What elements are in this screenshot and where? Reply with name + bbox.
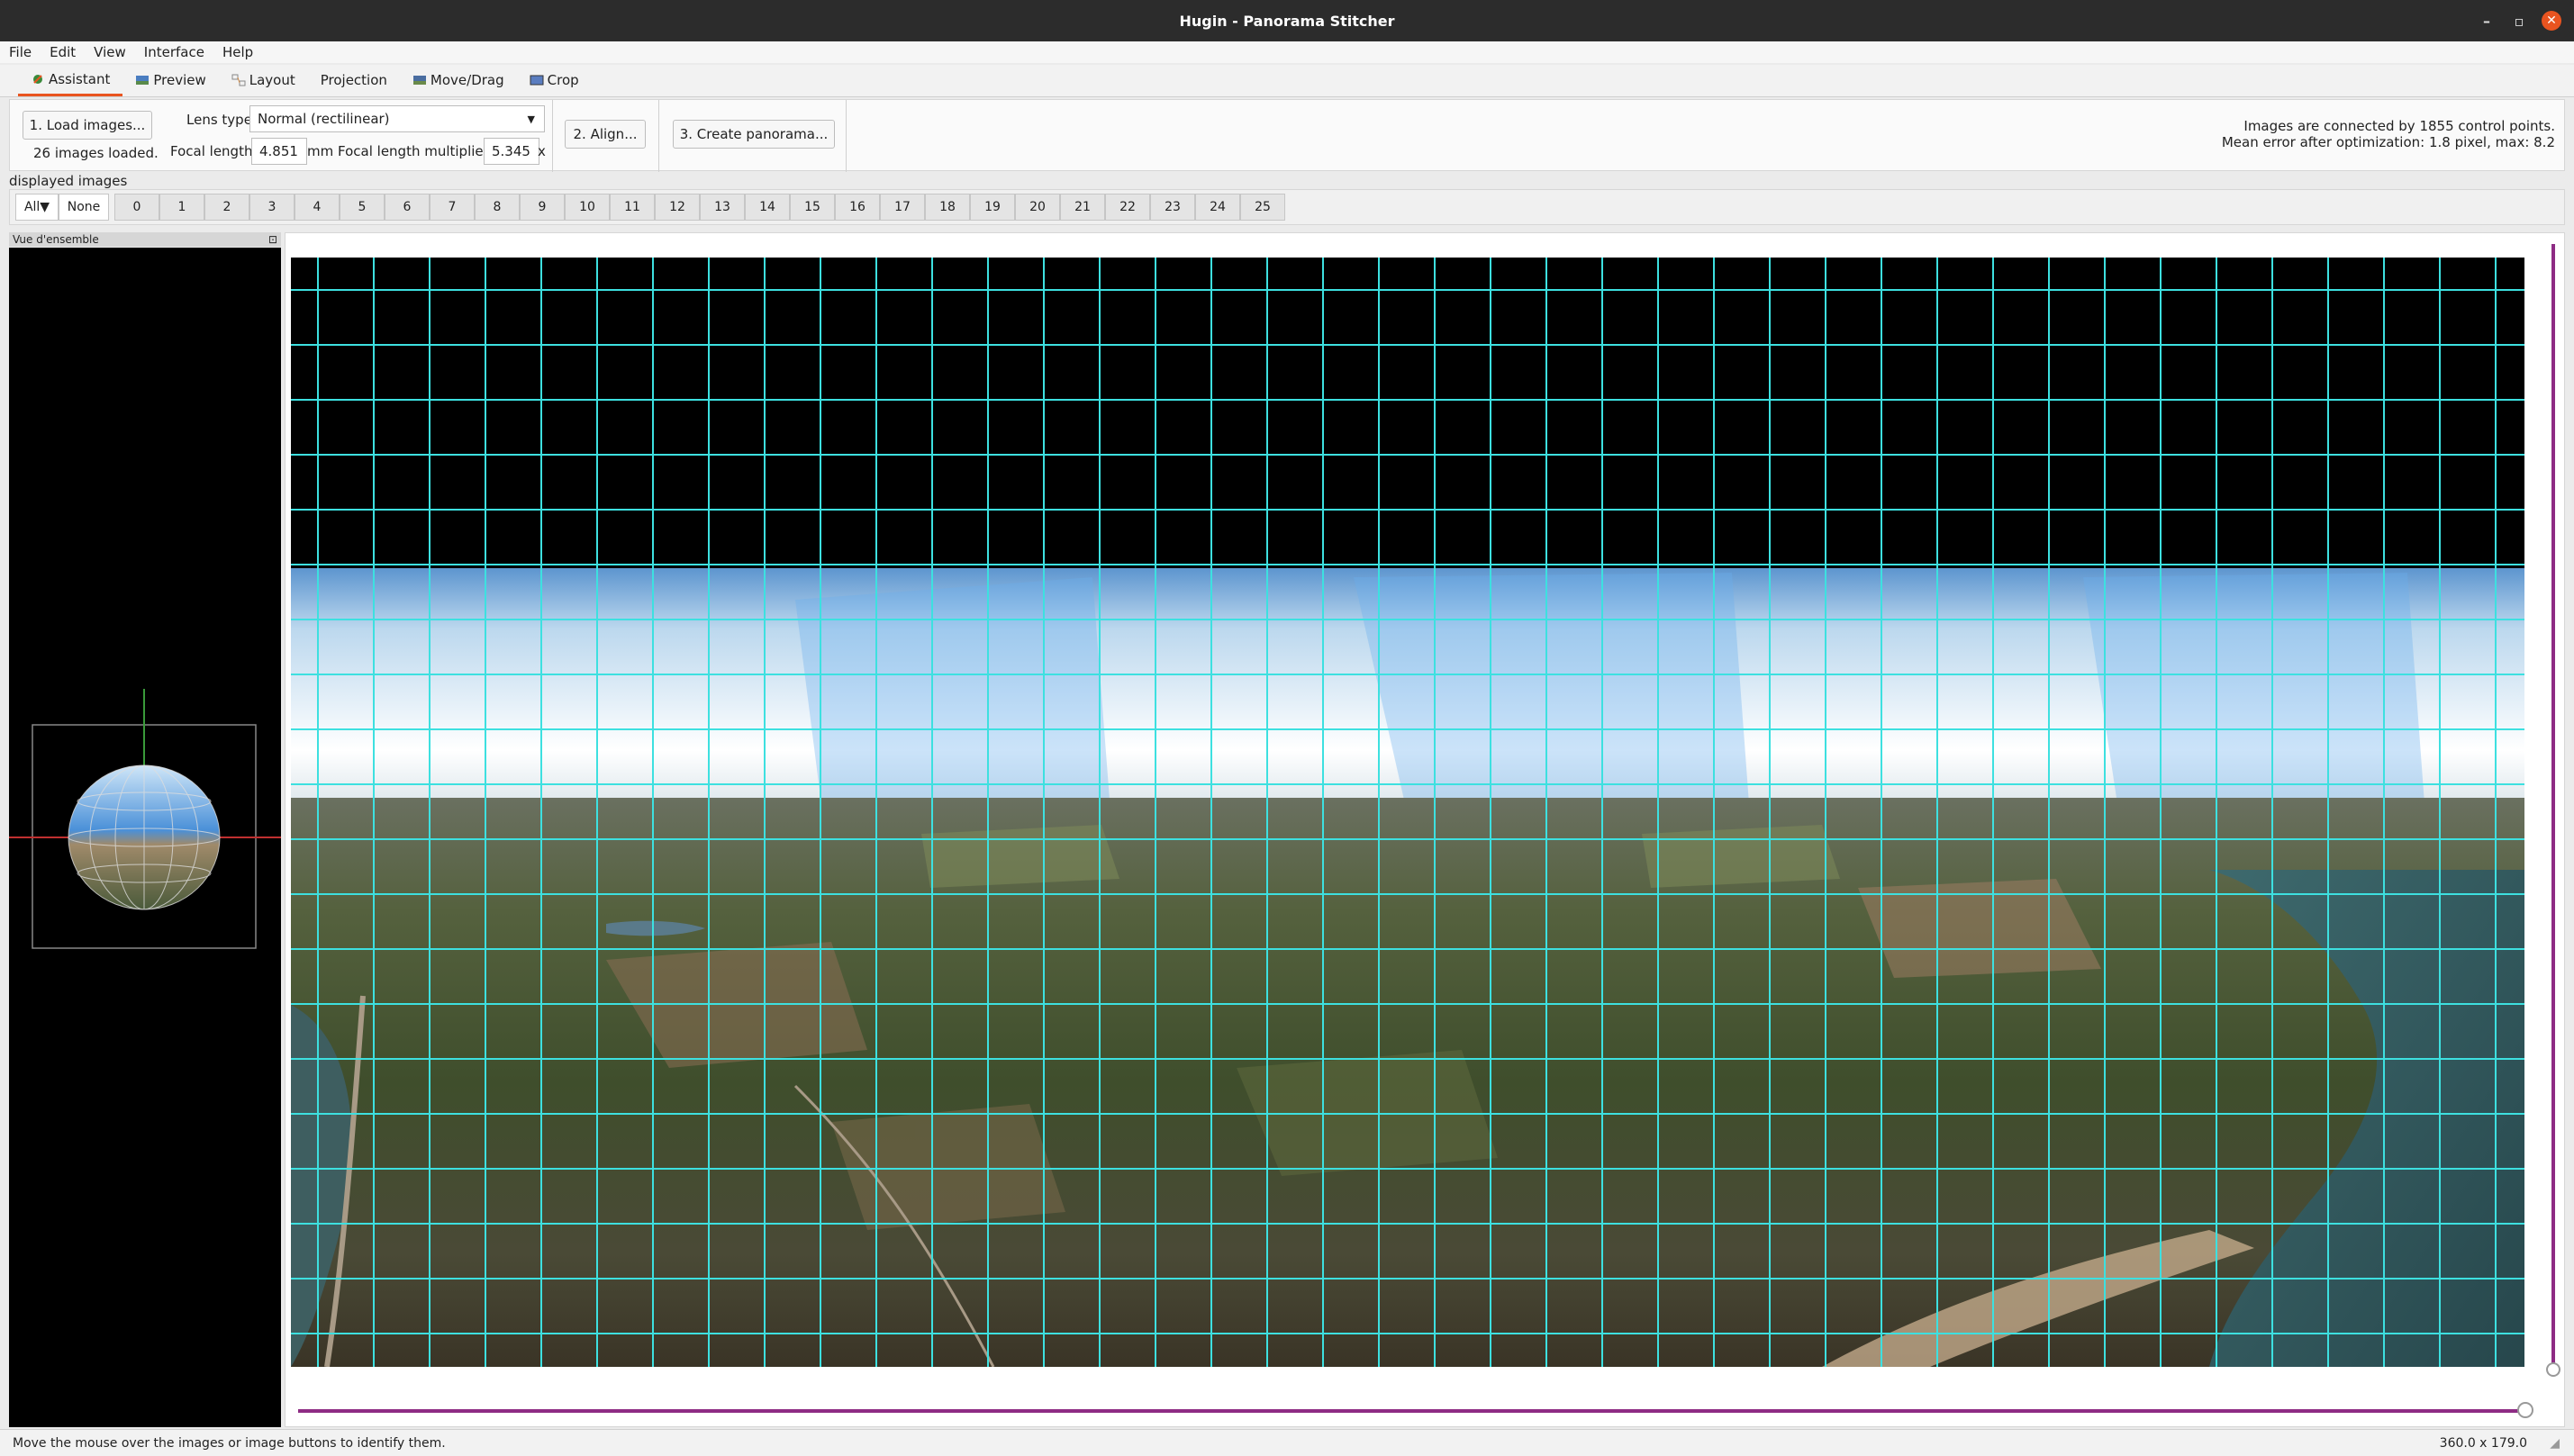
image-button[interactable]: 0 — [114, 194, 159, 221]
tab-move-drag[interactable]: Move/Drag — [400, 64, 517, 96]
image-button[interactable]: 9 — [520, 194, 565, 221]
overview-title: Vue d'ensemble — [13, 233, 99, 246]
assistant-icon — [33, 74, 42, 84]
image-button[interactable]: 13 — [700, 194, 745, 221]
crop-icon — [530, 75, 544, 86]
tab-bar: Assistant Preview Layout Projection Move… — [0, 65, 2574, 97]
image-button[interactable]: 3 — [249, 194, 295, 221]
image-button[interactable]: 18 — [925, 194, 970, 221]
image-number-buttons: 0 1 2 3 4 5 6 7 8 9 10 11 12 13 14 15 16… — [114, 194, 1285, 221]
horizontal-fov-slider[interactable] — [298, 1409, 2523, 1413]
image-button[interactable]: 6 — [385, 194, 430, 221]
image-button[interactable]: 21 — [1060, 194, 1105, 221]
overview-panel[interactable] — [9, 248, 281, 1427]
image-button[interactable]: 14 — [745, 194, 790, 221]
status-bar: Move the mouse over the images or image … — [0, 1429, 2574, 1456]
optimization-status: Mean error after optimization: 1.8 pixel… — [2221, 134, 2555, 150]
menu-interface[interactable]: Interface — [144, 44, 204, 60]
tab-label: Layout — [249, 72, 295, 88]
image-button[interactable]: 4 — [295, 194, 340, 221]
divider — [552, 100, 553, 172]
maximize-icon[interactable]: ▫ — [2509, 11, 2529, 31]
multiplier-unit: x — [538, 143, 546, 159]
image-button[interactable]: 20 — [1015, 194, 1060, 221]
menu-view[interactable]: View — [94, 44, 126, 60]
create-panorama-button[interactable]: 3. Create panorama... — [673, 120, 835, 149]
lens-type-label: Lens type: — [186, 112, 257, 128]
no-images-button[interactable]: None — [59, 194, 109, 221]
preview-icon — [136, 76, 150, 85]
window-controls: – ▫ ✕ — [2477, 0, 2561, 41]
overview-sphere — [9, 689, 281, 949]
image-overlaps — [795, 573, 2425, 816]
tab-preview[interactable]: Preview — [122, 64, 218, 96]
divider — [658, 100, 659, 172]
menu-bar: File Edit View Interface Help — [0, 41, 2574, 63]
window-title: Hugin - Panorama Stitcher — [1179, 12, 1395, 30]
image-button[interactable]: 17 — [880, 194, 925, 221]
assistant-panel: 1. Load images... 26 images loaded. Lens… — [9, 99, 2565, 172]
menu-help[interactable]: Help — [222, 44, 253, 60]
image-button[interactable]: 22 — [1105, 194, 1150, 221]
status-message: Move the mouse over the images or image … — [13, 1435, 446, 1451]
image-button[interactable]: 24 — [1195, 194, 1240, 221]
resize-grip-icon[interactable]: ◢ — [2550, 1436, 2560, 1451]
tab-label: Assistant — [49, 70, 111, 87]
lens-type-value: Normal (rectilinear) — [258, 111, 390, 127]
close-icon[interactable]: ✕ — [2542, 11, 2561, 31]
empty-area — [291, 258, 2524, 577]
image-button[interactable]: 16 — [835, 194, 880, 221]
panorama-canvas[interactable] — [291, 258, 2524, 1367]
tab-crop[interactable]: Crop — [517, 64, 592, 96]
image-button[interactable]: 10 — [565, 194, 610, 221]
image-button[interactable]: 15 — [790, 194, 835, 221]
image-button[interactable]: 25 — [1240, 194, 1285, 221]
title-bar: Hugin - Panorama Stitcher – ▫ ✕ — [0, 0, 2574, 41]
focal-length-input[interactable]: 4.851 — [251, 138, 307, 165]
image-button[interactable]: 7 — [430, 194, 475, 221]
image-button[interactable]: 19 — [970, 194, 1015, 221]
overview-header: Vue d'ensemble ⊡ — [9, 232, 281, 247]
menu-edit[interactable]: Edit — [50, 44, 76, 60]
field-of-view-readout: 360.0 x 179.0 — [2439, 1435, 2527, 1451]
tab-label: Move/Drag — [430, 72, 504, 88]
image-button[interactable]: 5 — [340, 194, 385, 221]
image-buttons-bar: All▼ None 0 1 2 3 4 5 6 7 8 9 10 11 12 1… — [9, 189, 2565, 225]
image-button[interactable]: 1 — [159, 194, 204, 221]
menu-file[interactable]: File — [9, 44, 32, 60]
image-button[interactable]: 23 — [1150, 194, 1195, 221]
pin-icon[interactable]: ⊡ — [268, 233, 277, 246]
multiplier-label: Focal length multiplier: — [338, 143, 494, 159]
horizontal-fov-slider-handle[interactable] — [2517, 1402, 2533, 1418]
displayed-images-label: displayed images — [9, 173, 128, 189]
tab-layout[interactable]: Layout — [219, 64, 308, 96]
image-button[interactable]: 8 — [475, 194, 520, 221]
vertical-fov-slider[interactable] — [2551, 244, 2555, 1370]
focal-length-unit: mm — [307, 143, 334, 159]
control-points-status: Images are connected by 1855 control poi… — [2243, 118, 2555, 134]
chevron-down-icon: ▼ — [527, 113, 535, 125]
vertical-fov-slider-handle[interactable] — [2546, 1362, 2560, 1377]
image-button[interactable]: 11 — [610, 194, 655, 221]
minimize-icon[interactable]: – — [2477, 11, 2497, 31]
tab-projection[interactable]: Projection — [308, 64, 400, 96]
panorama-preview-area[interactable] — [285, 232, 2565, 1427]
tab-assistant[interactable]: Assistant — [18, 64, 123, 96]
all-images-button[interactable]: All▼ — [15, 194, 59, 221]
load-images-button[interactable]: 1. Load images... — [23, 111, 152, 140]
tab-label: Crop — [547, 72, 579, 88]
tab-label: Preview — [153, 72, 206, 88]
image-button[interactable]: 2 — [204, 194, 249, 221]
image-button[interactable]: 12 — [655, 194, 700, 221]
divider — [846, 100, 847, 172]
lens-type-select[interactable]: Normal (rectilinear) ▼ — [249, 105, 545, 132]
multiplier-input[interactable]: 5.345 — [484, 138, 539, 165]
align-button[interactable]: 2. Align... — [565, 120, 646, 149]
move-drag-icon — [412, 76, 426, 85]
focal-length-label: Focal length: — [170, 143, 258, 159]
tab-label: Projection — [320, 72, 387, 88]
layout-icon — [231, 74, 246, 86]
images-loaded-text: 26 images loaded. — [33, 145, 159, 161]
